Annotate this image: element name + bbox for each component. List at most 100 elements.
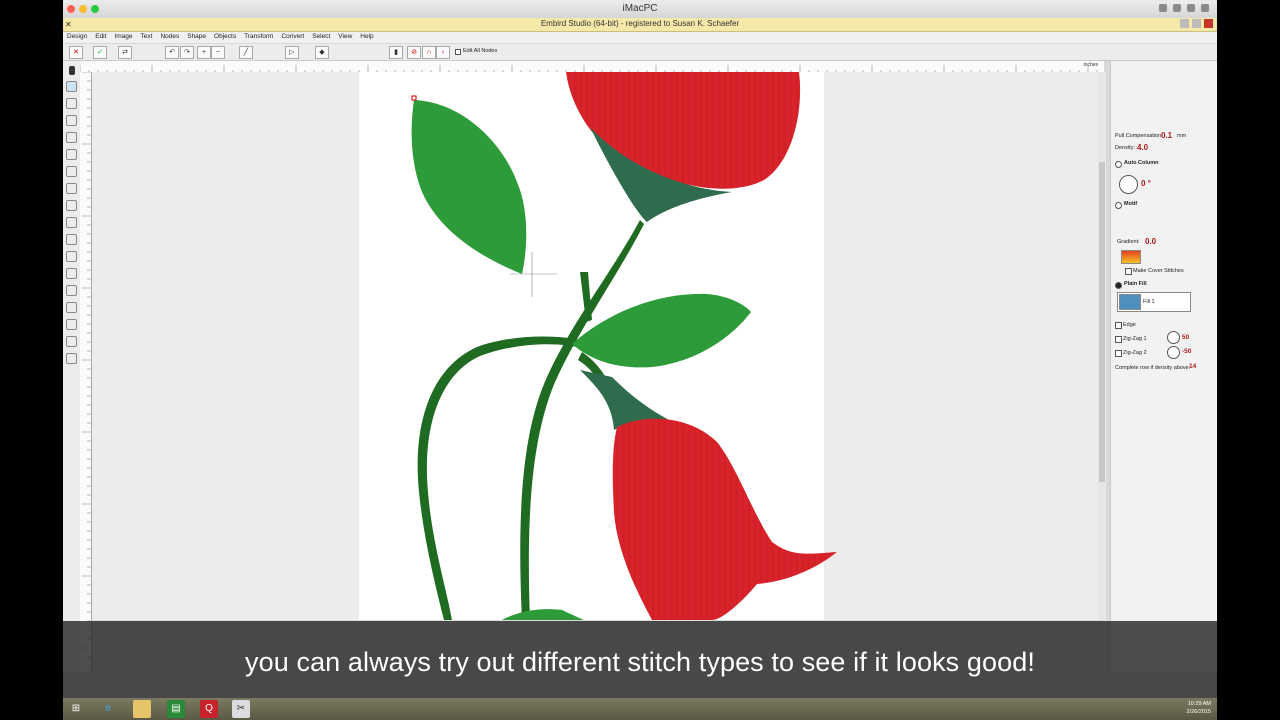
zigzag1-dial[interactable] <box>1167 331 1180 344</box>
undo-icon[interactable]: ↶ <box>165 46 179 59</box>
complete-row-value[interactable]: 14 <box>1189 363 1196 370</box>
corner-icon[interactable]: ‹ <box>436 46 450 59</box>
branch-stem[interactable] <box>417 336 587 620</box>
node-tool-icon[interactable] <box>66 81 77 92</box>
zigzag1-checkbox[interactable] <box>1115 336 1122 343</box>
play-icon[interactable]: ▷ <box>285 46 299 59</box>
edit-all-nodes-checkbox[interactable] <box>455 49 461 55</box>
curve-icon[interactable]: ⊘ <box>407 46 421 59</box>
arc-icon[interactable]: ∩ <box>422 46 436 59</box>
cancel-icon[interactable]: ✕ <box>69 46 83 59</box>
pull-compensation-value[interactable]: 0.1 <box>1161 131 1172 140</box>
vertical-scrollbar[interactable] <box>1098 72 1106 620</box>
file-explorer-icon[interactable] <box>133 700 151 718</box>
eyedropper-tool-icon[interactable] <box>66 285 77 296</box>
menu-nodes[interactable]: Nodes <box>156 32 183 43</box>
zigzag1-value[interactable]: 50 <box>1182 334 1189 341</box>
zoom-tool-icon[interactable] <box>66 149 77 160</box>
maximize-button[interactable] <box>1192 19 1201 28</box>
close-design-icon[interactable]: ✕ <box>65 20 72 29</box>
menu-edit[interactable]: Edit <box>91 32 110 43</box>
align-tool-icon[interactable] <box>66 319 77 330</box>
menu-select[interactable]: Select <box>308 32 334 43</box>
circle-tool-icon[interactable] <box>66 183 77 194</box>
motif-radio[interactable] <box>1115 202 1122 209</box>
auto-column-radio[interactable] <box>1115 161 1122 168</box>
usb-icon[interactable] <box>1173 4 1181 12</box>
pen-tool-icon[interactable] <box>66 98 77 109</box>
stitch-tool-icon[interactable] <box>66 200 77 211</box>
top-flower-petal[interactable] <box>566 72 801 189</box>
pointer-tool-icon[interactable] <box>68 66 75 75</box>
right-leaf[interactable] <box>572 293 751 368</box>
edge-checkbox[interactable] <box>1115 322 1122 329</box>
node-toolbar: ✕ ✓ ⇄ ↶ ↷ + − ╱ ▷ ◆ ▮ ⊘ ∩ ‹ Edit All Nod… <box>63 44 1217 61</box>
gradient-value[interactable]: 0.0 <box>1145 237 1156 246</box>
lower-flower-petal[interactable] <box>612 418 837 620</box>
density-value[interactable]: 4.0 <box>1137 143 1148 152</box>
windows-taskbar: ⊞ e ▤ Q ✂ 10:29 AM 2/26/2015 <box>63 698 1217 720</box>
angle-dial[interactable] <box>1119 175 1138 194</box>
upper-left-leaf[interactable] <box>411 100 527 274</box>
design-canvas[interactable] <box>92 72 1104 620</box>
make-cover-stitches-checkbox[interactable] <box>1125 268 1132 275</box>
brush-tool-icon[interactable] <box>66 115 77 126</box>
minimize-button[interactable] <box>1180 19 1189 28</box>
plain-fill-radio[interactable] <box>1115 282 1122 289</box>
settings-icon[interactable] <box>1159 4 1167 12</box>
internet-explorer-icon[interactable]: e <box>99 700 117 718</box>
quicken-icon[interactable]: Q <box>200 700 218 718</box>
mirror-tool-icon[interactable] <box>66 336 77 347</box>
node-type-icon[interactable]: ◆ <box>315 46 329 59</box>
redo-icon[interactable]: ↷ <box>180 46 194 59</box>
clock-time: 10:29 AM <box>1187 701 1211 707</box>
close-button[interactable] <box>1204 19 1213 28</box>
menu-convert[interactable]: Convert <box>277 32 308 43</box>
gradient-swatch[interactable] <box>1121 250 1141 264</box>
smooth-node-icon[interactable]: ▮ <box>389 46 403 59</box>
angle-value[interactable]: 0 ° <box>1141 179 1151 188</box>
vertical-scroll-thumb[interactable] <box>1099 162 1105 482</box>
menu-help[interactable]: Help <box>356 32 377 43</box>
text-tool-icon[interactable] <box>66 217 77 228</box>
shape-tool-icon[interactable] <box>66 166 77 177</box>
embird-icon[interactable]: ✂ <box>232 700 250 718</box>
menu-objects[interactable]: Objects <box>210 32 240 43</box>
edge-label: Edge <box>1123 322 1136 328</box>
menu-design[interactable]: Design <box>63 32 91 43</box>
knife-tool-icon[interactable] <box>66 132 77 143</box>
taskbar-clock[interactable]: 10:29 AM 2/26/2015 <box>1187 700 1211 716</box>
zigzag2-label: Zig-Zag 2 <box>1123 350 1147 356</box>
gear-icon[interactable] <box>1201 4 1209 12</box>
edit-all-nodes-label: Edit All Nodes <box>463 48 498 54</box>
line-tool-icon[interactable]: ╱ <box>239 46 253 59</box>
zigzag2-dial[interactable] <box>1167 346 1180 359</box>
fill-pattern-name: Fill 1 <box>1143 299 1155 305</box>
menu-transform[interactable]: Transform <box>240 32 277 43</box>
store-icon[interactable]: ▤ <box>167 700 185 718</box>
start-icon[interactable]: ⊞ <box>67 700 85 718</box>
mac-toolbar-icons <box>1159 4 1209 12</box>
remove-node-icon[interactable]: − <box>211 46 225 59</box>
mac-title-bar: iMacPC <box>63 0 1217 19</box>
convert-icon[interactable]: ⇄ <box>118 46 132 59</box>
measure-tool-icon[interactable] <box>66 268 77 279</box>
menu-image[interactable]: Image <box>110 32 136 43</box>
apply-check-icon[interactable]: ✓ <box>93 46 107 59</box>
add-node-icon[interactable]: + <box>197 46 211 59</box>
menu-text[interactable]: Text <box>137 32 157 43</box>
menu-view[interactable]: View <box>334 32 356 43</box>
selected-node-handle[interactable] <box>411 95 417 101</box>
group-tool-icon[interactable] <box>66 353 77 364</box>
folder-icon[interactable] <box>1187 4 1195 12</box>
window-buttons <box>1180 19 1213 28</box>
menu-bar: Design Edit Image Text Nodes Shape Objec… <box>63 32 1217 43</box>
zigzag2-checkbox[interactable] <box>1115 350 1122 357</box>
fill-tool-icon[interactable] <box>66 251 77 262</box>
rotate-tool-icon[interactable] <box>66 302 77 313</box>
zigzag2-value[interactable]: -50 <box>1182 348 1191 355</box>
app-title: Embird Studio (64-bit) - registered to S… <box>540 19 740 28</box>
bottom-leaf[interactable] <box>502 609 584 620</box>
hand-tool-icon[interactable] <box>66 234 77 245</box>
menu-shape[interactable]: Shape <box>183 32 210 43</box>
